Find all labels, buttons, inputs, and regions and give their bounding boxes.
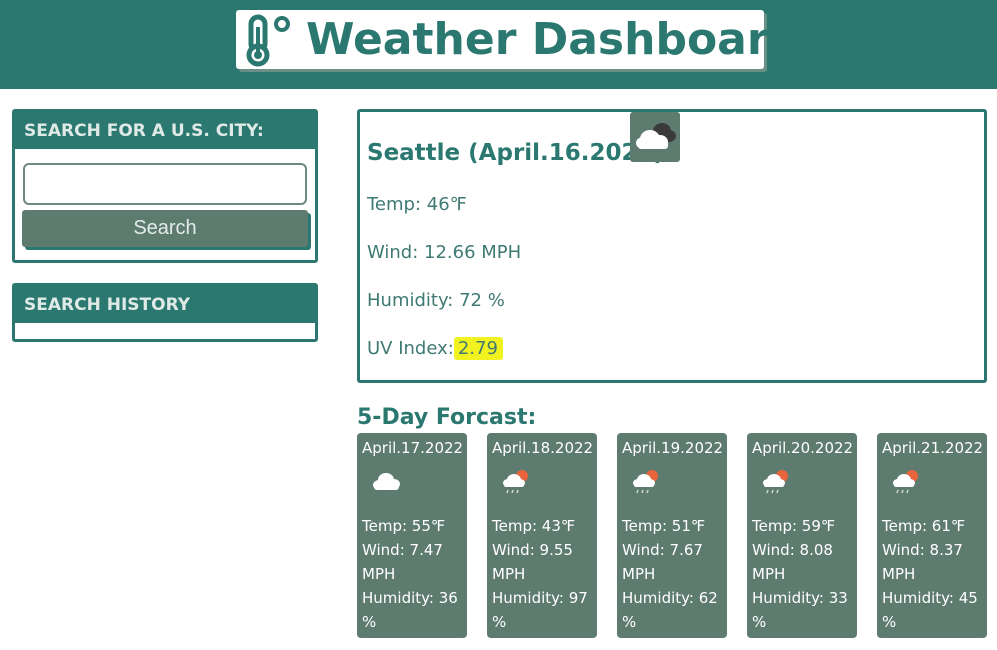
forecast-wind: Wind: 8.08 (752, 541, 833, 559)
forecast-date: April.19.2022 (622, 439, 724, 457)
forecast-humidity-unit: % (362, 613, 377, 631)
sun-rain-cloud-icon (503, 470, 528, 494)
current-humidity: Humidity: 72 % (367, 290, 505, 311)
forecast-humidity: Humidity: 62 (622, 589, 718, 607)
forecast-humidity-unit: % (622, 613, 637, 631)
forecast-card: April.19.2022 Temp: 51℉ Wind: 7.67 MPH H… (617, 433, 727, 638)
uv-label: UV Index: (367, 338, 454, 359)
forecast-humidity: Humidity: 33 (752, 589, 848, 607)
forecast-wind: Wind: 7.67 (622, 541, 703, 559)
cloudy-icon (630, 112, 680, 162)
forecast-temp: Temp: 43℉ (492, 517, 576, 535)
forecast-temp: Temp: 61℉ (882, 517, 966, 535)
current-wind: Wind: 12.66 MPH (367, 242, 522, 263)
forecast-temp: Temp: 51℉ (622, 517, 706, 535)
forecast-humidity: Humidity: 45 (882, 589, 978, 607)
forecast-card: April.17.2022 Temp: 55℉ Wind: 7.47 MPH H… (357, 433, 467, 638)
current-weather-card: Seattle (April.16.2022) Temp: 46℉ Wind: … (357, 109, 987, 383)
header-bar: Weather Dashboard (0, 0, 997, 89)
thermometer-icon (246, 14, 290, 67)
forecast-date: April.21.2022 (882, 439, 984, 457)
forecast-wind: Wind: 7.47 (362, 541, 443, 559)
forecast-wind-unit: MPH (752, 565, 786, 583)
forecast-humidity-unit: % (492, 613, 507, 631)
cloud-icon (373, 473, 400, 490)
forecast-humidity-unit: % (882, 613, 897, 631)
current-temp: Temp: 46℉ (367, 194, 467, 215)
forecast-humidity-unit: % (752, 613, 767, 631)
city-date-heading: Seattle (April.16.2022) (367, 140, 665, 166)
forecast-wind-unit: MPH (622, 565, 656, 583)
page-title: Weather Dashboard (306, 14, 801, 65)
forecast-wind: Wind: 9.55 (492, 541, 573, 559)
forecast-wind-unit: MPH (492, 565, 526, 583)
forecast-card: April.20.2022 Temp: 59℉ Wind: 8.08 MPH H… (747, 433, 857, 638)
sun-rain-cloud-icon (633, 470, 658, 494)
current-uv: UV Index: 2.79 (367, 337, 503, 360)
forecast-heading: 5-Day Forcast: (357, 405, 537, 430)
search-heading: SEARCH FOR A U.S. CITY: (15, 112, 315, 149)
forecast-wind-unit: MPH (882, 565, 916, 583)
forecast-date: April.17.2022 (362, 439, 464, 457)
forecast-date: April.20.2022 (752, 439, 854, 457)
forecast-temp: Temp: 59℉ (752, 517, 836, 535)
sun-rain-cloud-icon (893, 470, 918, 494)
forecast-card: April.21.2022 Temp: 61℉ Wind: 8.37 MPH H… (877, 433, 987, 638)
search-button[interactable]: Search (22, 210, 308, 247)
uv-index-badge: 2.79 (453, 337, 503, 360)
title-box: Weather Dashboard (236, 10, 800, 69)
forecast-humidity: Humidity: 36 (362, 589, 458, 607)
forecast-humidity: Humidity: 97 (492, 589, 588, 607)
forecast-wind: Wind: 8.37 (882, 541, 963, 559)
forecast-card: April.18.2022 Temp: 43℉ Wind: 9.55 MPH H… (487, 433, 597, 638)
forecast-date: April.18.2022 (492, 439, 594, 457)
history-heading: SEARCH HISTORY (15, 286, 315, 323)
sun-rain-cloud-icon (763, 470, 788, 494)
city-search-input[interactable] (23, 163, 307, 205)
forecast-temp: Temp: 55℉ (362, 517, 446, 535)
search-history-panel: SEARCH HISTORY (12, 283, 318, 342)
forecast-wind-unit: MPH (362, 565, 396, 583)
